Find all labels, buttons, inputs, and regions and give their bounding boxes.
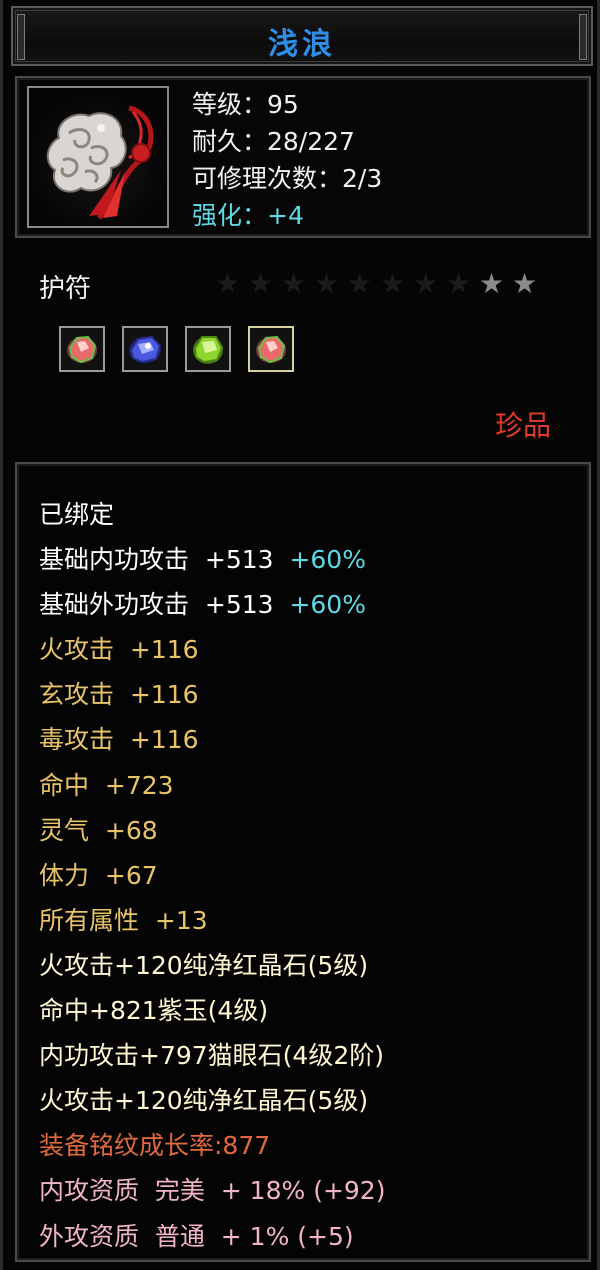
attr-base-inner-attack: 基础内功攻击 +513 +60% <box>39 537 385 582</box>
star-empty-icon: ★ <box>248 267 274 300</box>
star-filled-icon: ★ <box>512 267 538 300</box>
star-empty-icon: ★ <box>347 267 373 300</box>
star-empty-icon: ★ <box>413 267 439 300</box>
item-header: 等级：95 耐久：28/227 可修理次数：2/3 强化：+4 <box>15 76 591 238</box>
item-name: 浅浪 <box>268 27 336 62</box>
inscription-growth-rate: 装备铭纹成长率:877 <box>39 1131 271 1161</box>
gem-effect-1: 火攻击+120纯净红晶石(5级) <box>39 950 369 980</box>
gem-effect-2: 命中+821紫玉(4级) <box>39 996 269 1026</box>
attr-bonus-pct: +60% <box>289 590 366 620</box>
item-rarity: 珍品 <box>494 409 551 442</box>
star-empty-icon: ★ <box>215 267 241 300</box>
red-crystal-gem-icon[interactable] <box>59 326 105 372</box>
attr-spirit: 灵气 +68 <box>39 815 158 845</box>
attr-poison-attack: 毒攻击 +116 <box>39 725 199 755</box>
cats-eye-gem-icon[interactable] <box>185 326 231 372</box>
item-icon-frame <box>27 86 169 228</box>
item-enhance-level: 强化：+4 <box>192 201 304 230</box>
gem-effect-4: 火攻击+120纯净红晶石(5级) <box>39 1086 369 1116</box>
amulet-icon <box>46 105 154 220</box>
star-empty-icon: ★ <box>380 267 406 300</box>
item-level: 等级：95 <box>192 90 299 119</box>
star-empty-icon: ★ <box>314 267 340 300</box>
item-tooltip: 浅浪 等级：95 耐久：28/227 可修理次数：2/3 强化：+4 护符 ★ … <box>0 0 600 1270</box>
title-bar: 浅浪 <box>11 6 593 66</box>
attr-base-outer-attack: 基础外功攻击 +513 +60% <box>39 582 385 627</box>
attr-label: 基础外功攻击 +513 <box>39 590 290 620</box>
outer-attack-quality: 外攻资质 普通 + 1% (+5) <box>39 1221 354 1251</box>
item-durability: 耐久：28/227 <box>192 127 355 156</box>
star-filled-icon: ★ <box>479 267 505 300</box>
attr-all-attributes: 所有属性 +13 <box>39 905 208 935</box>
star-empty-icon: ★ <box>446 267 472 300</box>
inner-attack-quality: 内攻资质 完美 + 18% (+92) <box>39 1176 386 1206</box>
attr-fire-attack: 火攻击 +116 <box>39 635 199 665</box>
attributes-panel: 已绑定 基础内功攻击 +513 +60% 基础外功攻击 +513 +60% 火攻… <box>15 462 591 1262</box>
item-repair-count: 可修理次数：2/3 <box>192 164 383 193</box>
item-stats: 等级：95 耐久：28/227 可修理次数：2/3 强化：+4 <box>192 86 382 234</box>
red-crystal-gem-icon[interactable] <box>248 326 294 372</box>
star-empty-icon: ★ <box>281 267 307 300</box>
purple-jade-gem-icon[interactable] <box>122 326 168 372</box>
attr-bonus-pct: +60% <box>289 545 366 575</box>
attr-mystic-attack: 玄攻击 +116 <box>39 680 199 710</box>
gem-effect-3: 内功攻击+797猫眼石(4级2阶) <box>39 1041 384 1071</box>
attr-stamina: 体力 +67 <box>39 860 158 890</box>
attr-label: 基础内功攻击 +513 <box>39 545 290 575</box>
item-type: 护符 <box>39 274 92 304</box>
bound-status: 已绑定 <box>39 500 115 529</box>
attr-hit: 命中 +723 <box>39 770 174 800</box>
star-rating: ★ ★ ★ ★ ★ ★ ★ ★ ★ ★ <box>215 268 545 300</box>
